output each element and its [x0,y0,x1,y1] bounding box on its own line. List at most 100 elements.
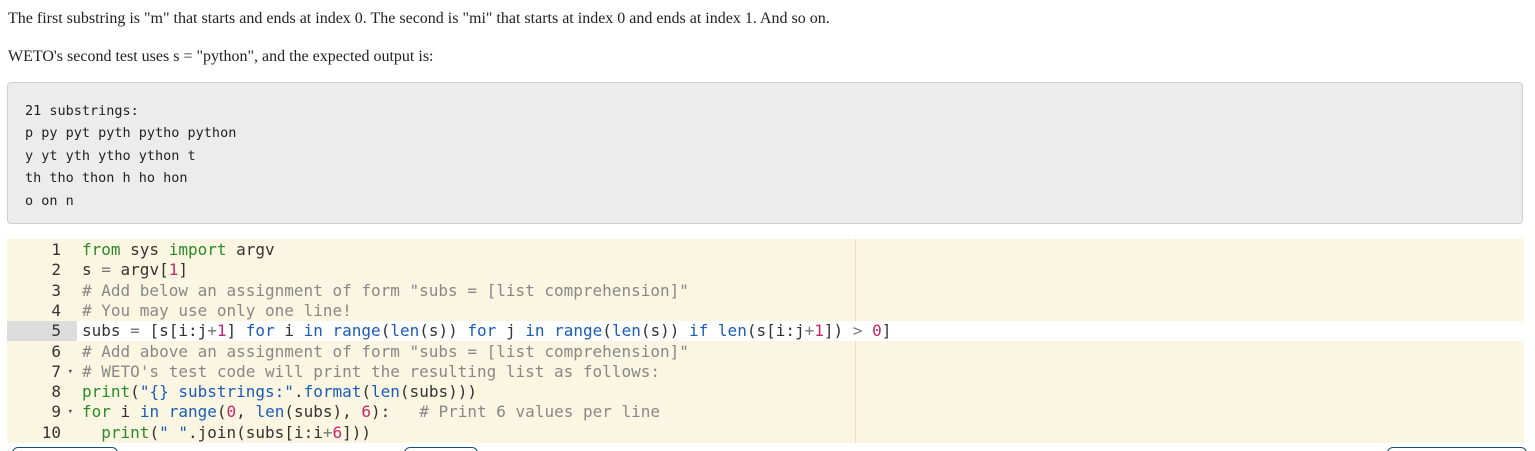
code-line-5-active[interactable]: 5 subs = [s[i:j+1] for i in range(len(s)… [7,321,1524,342]
code-token: .join(subs[i:i [187,422,323,442]
output-line: y yt yth ytho ython t [25,147,196,164]
code-token: (s)) [419,321,468,341]
code-token: ])) [342,422,372,442]
code-token: (s)) [640,321,690,341]
string-literal: "{} substrings:" [139,382,294,402]
code-token: (s[i:j [746,321,805,341]
keyword-import: import [168,240,227,259]
keyword-for: for [467,321,497,341]
code-token: sys [120,240,169,259]
operator-token: = [130,321,140,341]
code-line-8[interactable]: 8 print("{} substrings:".format(len(subs… [7,382,1524,402]
code-text[interactable]: print("{} substrings:".format(len(subs))… [82,382,477,402]
code-token: , [236,402,256,422]
operator-token: = [101,260,111,280]
line-gutter: 3 [7,281,77,301]
code-token: ] [178,260,188,280]
code-editor[interactable]: 1 from sys import argv 2 s = argv[1] 3 #… [7,239,1524,443]
code-token: i [274,321,304,341]
code-comment[interactable]: # Add above an assignment of form "subs … [82,342,689,362]
string-literal: " " [159,422,188,442]
code-token: argv[ [110,260,169,280]
line-number: 6 [51,341,61,361]
builtin-print: print [101,422,150,442]
line-number: 8 [51,382,61,402]
code-token: ( [361,382,372,402]
code-line-6[interactable]: 6 # Add above an assignment of form "sub… [7,342,1524,362]
keyword-in: in [525,321,545,341]
code-token: s [82,260,102,280]
operator-token: > [852,321,863,341]
code-comment[interactable]: # Add below an assignment of form "subs … [82,281,689,301]
code-token: ): [371,402,420,422]
code-token: ( [149,422,160,442]
code-token: (subs))) [399,382,477,402]
line-gutter: 7 ▾ [7,362,77,382]
code-token: ]) [823,321,853,341]
code-token: ( [130,382,140,402]
instruction-paragraph-test: WETO's second test uses s = "python", an… [8,48,434,65]
code-text[interactable]: from sys import argv [82,240,275,260]
builtin-range: range [168,402,217,422]
keyword-in: in [139,402,160,422]
operator-token: + [804,321,815,341]
bottom-button-middle[interactable] [404,447,478,451]
code-token: subs [82,321,131,341]
bottom-button-left[interactable] [12,447,118,451]
code-token: j [496,321,526,341]
code-text[interactable]: s = argv[1] [82,260,188,280]
code-token: (subs), [284,402,362,422]
builtin-len: len [717,321,747,341]
line-gutter: 4 [7,301,77,321]
code-text[interactable]: for i in range(0, len(subs), 6): # Print… [82,402,660,422]
line-gutter: 5 [7,321,77,342]
builtin-len: len [390,321,420,341]
code-text[interactable]: print(" ".join(subs[i:i+6])) [82,423,371,443]
line-gutter: 10 [7,423,77,443]
line-number: 4 [51,300,61,320]
code-line-2[interactable]: 2 s = argv[1] [7,260,1524,280]
code-token: [s[i:j [139,321,208,341]
keyword-for: for [245,321,275,341]
number-literal: 1 [814,321,824,341]
bottom-button-right[interactable] [1387,447,1527,451]
line-gutter: 6 [7,342,77,362]
line-number: 5 [51,321,61,341]
code-text[interactable]: subs = [s[i:j+1] for i in range(len(s)) … [82,321,891,341]
code-line-10[interactable]: 10 print(" ".join(subs[i:i+6])) [7,423,1524,443]
code-line-7[interactable]: 7 ▾ # WETO's test code will print the re… [7,362,1524,382]
builtin-range: range [554,321,603,341]
builtin-len: len [371,382,400,402]
fold-arrow-icon[interactable]: ▾ [68,362,73,382]
operator-token: + [207,321,217,341]
code-comment: # Print 6 values per line [419,402,661,422]
expected-output-box: 21 substrings: p py pyt pyth pytho pytho… [7,82,1523,224]
line-gutter: 2 [7,260,77,280]
builtin-len: len [255,402,285,422]
code-line-1[interactable]: 1 from sys import argv [7,240,1524,260]
code-line-9[interactable]: 9 ▾ for i in range(0, len(subs), 6): # P… [7,402,1524,422]
code-token: ] [881,321,892,341]
number-literal: 6 [361,402,372,422]
line-number: 3 [51,280,61,300]
builtin-range: range [332,321,381,341]
code-line-4[interactable]: 4 # You may use only one line! [7,301,1524,321]
instruction-paragraph-substrings: The first substring is "m" that starts a… [8,10,830,27]
code-token: . [293,382,304,402]
code-token: ] [226,321,246,341]
builtin-len: len [611,321,641,341]
code-comment[interactable]: # You may use only one line! [82,301,352,321]
code-comment[interactable]: # WETO's test code will print the result… [82,362,660,382]
line-number: 9 [51,402,61,422]
output-line: o on n [25,192,74,209]
keyword-for: for [82,402,111,422]
line-number: 7 [51,361,61,381]
number-literal: 0 [226,402,237,422]
code-line-3[interactable]: 3 # Add below an assignment of form "sub… [7,281,1524,301]
fold-arrow-icon[interactable]: ▾ [68,402,73,422]
line-gutter: 8 [7,382,77,402]
